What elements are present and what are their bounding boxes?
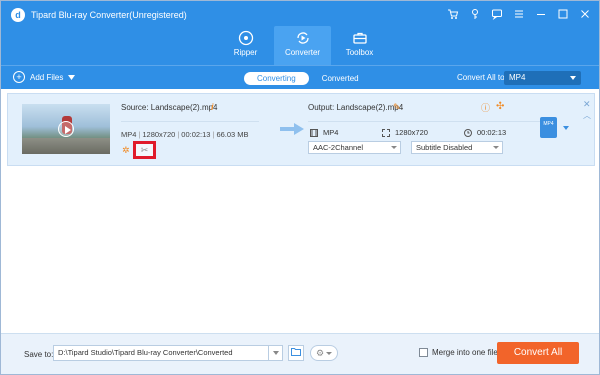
tab-converter[interactable]: Converter (274, 26, 331, 65)
output-format-value: MP4 (509, 73, 526, 82)
film-icon (310, 128, 318, 137)
output-resolution: 1280x720 (382, 128, 428, 137)
divider (121, 121, 259, 122)
video-thumbnail[interactable] (22, 104, 110, 154)
main-nav: Ripper Converter Toolbox (217, 26, 388, 65)
audio-track-select[interactable]: AAC-2Channel (308, 141, 401, 154)
resize-icon (382, 128, 390, 137)
chevron-down-icon (493, 146, 499, 149)
warning-icon[interactable]: ⓘ (481, 101, 490, 114)
convert-all-to-label: Convert All to: (457, 73, 507, 82)
chevron-down-icon[interactable] (563, 126, 569, 130)
cut-button[interactable]: ✂ (133, 141, 156, 159)
tab-ripper-label: Ripper (233, 48, 258, 57)
convert-icon (296, 32, 309, 44)
clock-icon (464, 128, 472, 137)
output-duration: 00:02:13 (464, 128, 506, 137)
bottom-bar: Save to: D:\Tipard Studio\Tipard Blu-ray… (1, 333, 599, 374)
format-profile-button[interactable]: MP4 (540, 117, 557, 138)
close-icon[interactable] (579, 8, 591, 20)
checkbox[interactable] (419, 348, 428, 357)
source-resolution: 1280x720 (142, 130, 176, 139)
output-filename: Output: Landscape(2).mp4 (308, 103, 404, 112)
output-format: MP4 (310, 128, 338, 137)
plus-icon: + (13, 71, 25, 83)
audio-track-value: AAC-2Channel (313, 143, 364, 152)
merge-checkbox[interactable]: Merge into one file (419, 348, 498, 357)
app-title: Tipard Blu-ray Converter(Unregistered) (31, 10, 187, 20)
scissors-icon: ✂ (140, 145, 149, 155)
toolbox-icon (352, 32, 367, 44)
merge-label: Merge into one file (432, 348, 498, 357)
chat-icon[interactable] (491, 8, 503, 20)
save-path-value: D:\Tipard Studio\Tipard Blu-ray Converte… (58, 348, 233, 357)
output-resolution-text: 1280x720 (395, 128, 428, 137)
add-files-label: Add Files (30, 72, 64, 82)
app-window: d Tipard Blu-ray Converter(Unregistered) (0, 0, 600, 375)
gear-icon: ⚙ (316, 348, 325, 358)
window-controls (447, 8, 591, 20)
chevron-down-icon (68, 74, 76, 80)
settings-button[interactable]: ⚙ (310, 345, 338, 361)
move-icon[interactable]: ✣ (496, 101, 504, 112)
source-duration: 00:02:13 (181, 130, 211, 139)
tab-converted[interactable]: Converted (309, 72, 372, 85)
menu-icon[interactable] (513, 8, 525, 20)
subtitle-select[interactable]: Subtitle Disabled (411, 141, 503, 154)
subtitle-value: Subtitle Disabled (416, 143, 473, 152)
chevron-down-icon[interactable] (268, 346, 282, 360)
play-icon[interactable] (58, 121, 74, 137)
chevron-up-icon[interactable]: ︿ (583, 110, 591, 121)
convert-all-button[interactable]: Convert All (497, 342, 579, 364)
chevron-down-icon (391, 146, 397, 149)
effect-icon[interactable]: ✲ (122, 145, 132, 155)
tab-converter-label: Converter (284, 48, 321, 57)
arrow-right-icon (280, 123, 304, 135)
open-folder-button[interactable] (288, 345, 304, 361)
output-duration-text: 00:02:13 (477, 128, 507, 137)
add-files-button[interactable]: + Add Files (13, 71, 76, 83)
pencil-icon[interactable]: ✎ (393, 102, 401, 113)
tab-toolbox[interactable]: Toolbox (331, 26, 388, 65)
save-path-field[interactable]: D:\Tipard Studio\Tipard Blu-ray Converte… (53, 345, 283, 361)
cart-icon[interactable] (447, 8, 459, 20)
tab-toolbox-label: Toolbox (345, 48, 374, 57)
close-icon[interactable]: ✕ (583, 99, 591, 110)
thumbnail-ground (22, 138, 110, 154)
status-tabs: Converting Converted (244, 72, 372, 85)
source-size: 66.03 MB (216, 130, 249, 139)
key-icon[interactable] (469, 8, 481, 20)
folder-icon (291, 348, 301, 356)
save-to-label: Save to: (24, 350, 54, 359)
output-format-text: MP4 (323, 128, 339, 137)
output-format-select[interactable]: MP4 (504, 71, 581, 85)
source-format: MP4 (121, 130, 137, 139)
source-filename: Source: Landscape(2).mp4 (121, 103, 218, 112)
maximize-icon[interactable] (557, 8, 569, 20)
chevron-down-icon (570, 76, 576, 80)
toolbar: + Add Files Converting Converted Convert… (1, 65, 599, 89)
title-bar: d Tipard Blu-ray Converter(Unregistered) (1, 1, 599, 65)
source-meta: MP4 | 1280x720 | 00:02:13 | 66.03 MB (121, 130, 249, 139)
format-badge-text: MP4 (543, 121, 554, 127)
title-row: d Tipard Blu-ray Converter(Unregistered) (1, 1, 599, 29)
app-logo-icon: d (11, 8, 25, 22)
info-icon[interactable]: i (211, 102, 214, 112)
file-item: Source: Landscape(2).mp4 i MP4 | 1280x720 |… (7, 93, 595, 166)
minimize-icon[interactable] (535, 8, 547, 20)
tab-converting[interactable]: Converting (244, 72, 309, 85)
divider (308, 121, 546, 122)
disc-icon (238, 30, 253, 46)
tab-ripper[interactable]: Ripper (217, 26, 274, 65)
